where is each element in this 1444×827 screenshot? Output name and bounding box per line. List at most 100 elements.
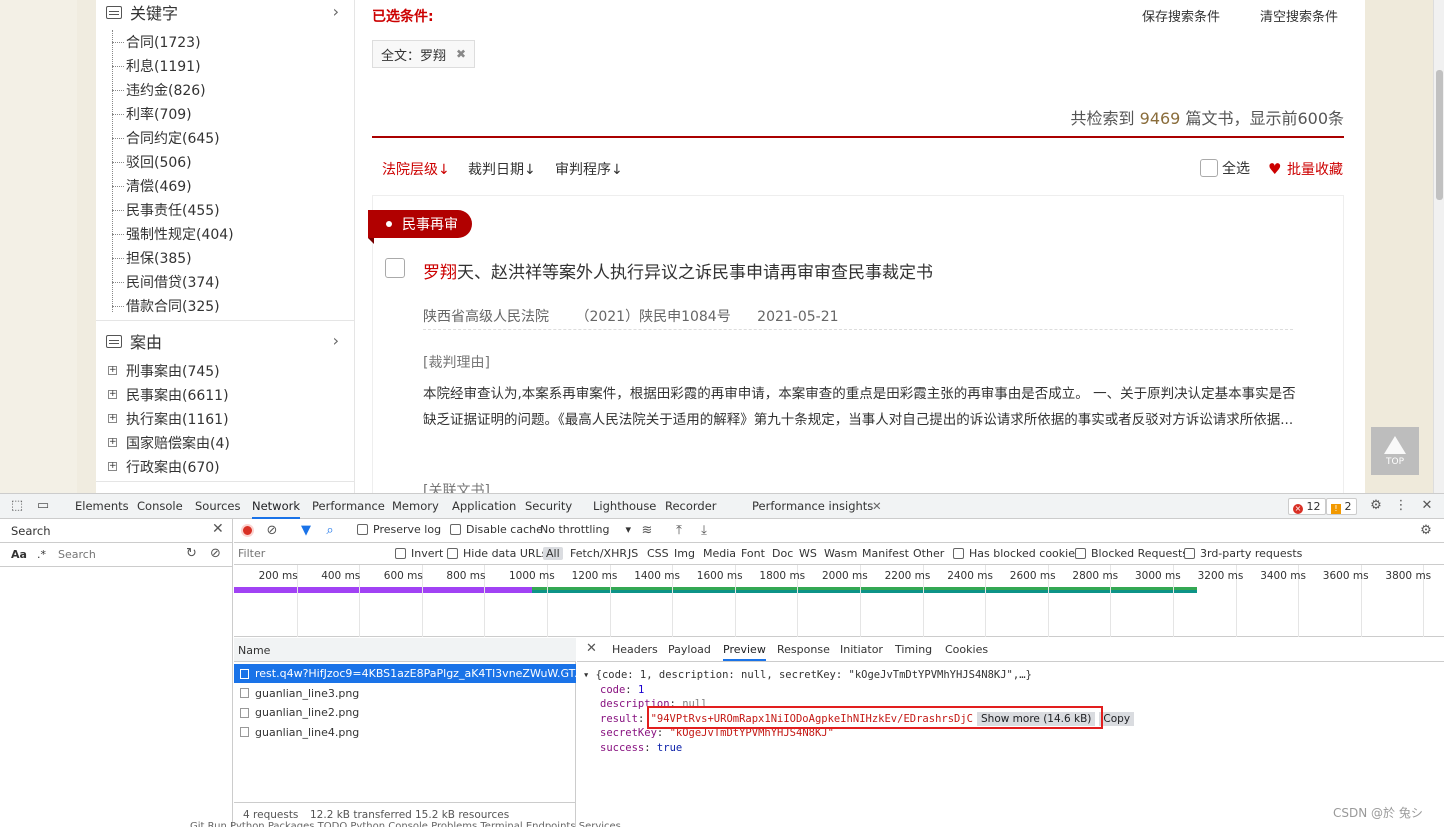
filter-icon[interactable]: ▼ <box>298 523 314 539</box>
network-conditions-icon[interactable]: ≋ <box>639 523 655 539</box>
filter-type-css[interactable]: CSS <box>647 547 669 560</box>
detail-tab-initiator[interactable]: Initiator <box>840 643 883 656</box>
checkbox-box[interactable] <box>357 524 368 535</box>
document-title-link[interactable]: 罗翔天、赵洪祥等案外人执行异议之诉民事申请再审审查民事裁定书 <box>423 258 933 283</box>
filter-type-font[interactable]: Font <box>741 547 765 560</box>
search-input[interactable] <box>54 546 178 563</box>
filter-input[interactable] <box>234 545 384 562</box>
checkbox-box[interactable] <box>953 548 964 559</box>
clear-icon[interactable]: ⊘ <box>210 546 221 561</box>
document-checkbox[interactable] <box>385 258 405 278</box>
expand-plus-icon[interactable]: + <box>108 390 117 399</box>
network-timeline-overview[interactable]: 200 ms 400 ms 600 ms 800 ms 1000 ms 1200 ms 14… <box>234 565 1444 637</box>
preserve-log-checkbox[interactable]: Preserve log <box>357 523 441 536</box>
devtools-tab-performance-insights[interactable]: Performance insights <box>752 494 873 519</box>
filter-type-manifest[interactable]: Manifest <box>862 547 909 560</box>
chevron-right-icon[interactable]: › <box>333 331 339 350</box>
filter-type-js[interactable]: JS <box>628 547 638 560</box>
expand-plus-icon[interactable]: + <box>108 438 117 447</box>
case-filter-item[interactable]: + 国家赔偿案由(4) <box>96 431 346 455</box>
devtools-tab-security[interactable]: Security <box>525 494 572 519</box>
record-icon[interactable] <box>241 524 254 537</box>
detail-tab-response[interactable]: Response <box>777 643 830 656</box>
page-scrollbar[interactable] <box>1433 0 1444 493</box>
regex-toggle[interactable]: .* <box>37 548 46 561</box>
throttling-select[interactable]: No throttling ▾ <box>540 523 631 536</box>
request-row[interactable]: guanlian_line2.png <box>234 703 576 722</box>
checkbox-box[interactable] <box>1200 159 1218 177</box>
devtools-tab-elements[interactable]: Elements <box>75 494 129 519</box>
copy-button[interactable]: Copy <box>1099 711 1135 726</box>
sort-court-level[interactable]: 法院层级↓ <box>382 159 450 179</box>
keyword-filter-item[interactable]: 合同约定(645) <box>96 126 346 150</box>
more-options-icon[interactable]: ⋮ <box>1393 498 1409 514</box>
case-filter-item[interactable]: + 民事案由(6611) <box>96 383 346 407</box>
expand-triangle-icon[interactable]: ▾ <box>583 669 596 681</box>
detail-tab-timing[interactable]: Timing <box>895 643 932 656</box>
filter-type-ws[interactable]: WS <box>799 547 817 560</box>
devtools-tab-lighthouse[interactable]: Lighthouse <box>593 494 656 519</box>
filter-type-doc[interactable]: Doc <box>772 547 793 560</box>
case-filter-item[interactable]: + 刑事案由(745) <box>96 359 346 383</box>
detail-tab-payload[interactable]: Payload <box>668 643 711 656</box>
blocked-requests-checkbox[interactable]: Blocked Requests <box>1075 547 1188 560</box>
checkbox-box[interactable] <box>395 548 406 559</box>
keyword-filter-item[interactable]: 民间借贷(374) <box>96 270 346 294</box>
keyword-filter-item[interactable]: 强制性规定(404) <box>96 222 346 246</box>
request-row[interactable]: guanlian_line3.png <box>234 684 576 703</box>
preview-summary-row[interactable]: ▾ {code: 1, description: null, secretKey… <box>583 668 1134 683</box>
case-filter-item[interactable]: + 行政案由(670) <box>96 455 346 479</box>
select-all-checkbox[interactable]: 全选 <box>1200 158 1250 178</box>
detail-tab-headers[interactable]: Headers <box>612 643 658 656</box>
network-settings-icon[interactable]: ⚙ <box>1418 523 1434 539</box>
keyword-filter-item[interactable]: 借款合同(325) <box>96 294 346 318</box>
filter-type-img[interactable]: Img <box>674 547 695 560</box>
disable-cache-checkbox[interactable]: Disable cache <box>450 523 543 536</box>
back-to-top-button[interactable]: TOP <box>1371 427 1419 475</box>
batch-favorite-button[interactable]: ♥ 批量收藏 <box>1268 159 1343 179</box>
page-scrollbar-thumb[interactable] <box>1436 70 1443 200</box>
checkbox-box[interactable] <box>1075 548 1086 559</box>
filter-type-wasm[interactable]: Wasm <box>824 547 857 560</box>
devtools-tab-performance[interactable]: Performance <box>312 494 385 519</box>
blocked-cookies-checkbox[interactable]: Has blocked cookies <box>953 547 1081 560</box>
keyword-filter-item[interactable]: 利息(1191) <box>96 54 346 78</box>
refresh-icon[interactable]: ↻ <box>186 546 197 561</box>
keyword-filter-item[interactable]: 利率(709) <box>96 102 346 126</box>
save-search-button[interactable]: 保存搜索条件 <box>1142 6 1220 25</box>
filter-type-media[interactable]: Media <box>703 547 736 560</box>
third-party-checkbox[interactable]: 3rd-party requests <box>1184 547 1302 560</box>
devtools-tab-application[interactable]: Application <box>452 494 516 519</box>
export-har-icon[interactable]: ⤓ <box>696 523 712 539</box>
keyword-section-header[interactable]: 关键字 › <box>96 0 355 26</box>
chevron-right-icon[interactable]: › <box>333 2 339 21</box>
error-count-badge[interactable]: × 12 <box>1288 498 1326 515</box>
close-devtools-icon[interactable]: ✕ <box>1419 498 1435 514</box>
expand-plus-icon[interactable]: + <box>108 462 117 471</box>
close-detail-icon[interactable]: ✕ <box>586 641 597 656</box>
checkbox-box[interactable] <box>447 548 458 559</box>
settings-gear-icon[interactable]: ⚙ <box>1368 498 1384 514</box>
filter-type-fetch-xhr[interactable]: Fetch/XHR <box>570 547 627 560</box>
devtools-tab-sources[interactable]: Sources <box>195 494 241 519</box>
close-search-icon[interactable]: ✕ <box>212 521 224 537</box>
devtools-tab-console[interactable]: Console <box>137 494 183 519</box>
keyword-filter-item[interactable]: 违约金(826) <box>96 78 346 102</box>
keyword-filter-item[interactable]: 驳回(506) <box>96 150 346 174</box>
detail-tab-preview[interactable]: Preview <box>723 643 766 661</box>
invert-checkbox[interactable]: Invert <box>395 547 443 560</box>
remove-condition-icon[interactable]: ✖ <box>456 47 466 61</box>
hide-data-urls-checkbox[interactable]: Hide data URLs <box>447 547 547 560</box>
keyword-filter-item[interactable]: 担保(385) <box>96 246 346 270</box>
inspect-element-icon[interactable]: ⬚ <box>9 498 25 514</box>
case-section-header[interactable]: 案由 › <box>96 327 355 355</box>
devtools-tab-recorder[interactable]: Recorder <box>665 494 717 519</box>
device-toolbar-icon[interactable]: ▭ <box>35 498 51 514</box>
filter-type-all[interactable]: All <box>543 547 563 560</box>
name-column-header[interactable]: Name <box>238 644 270 657</box>
clear-search-button[interactable]: 清空搜索条件 <box>1260 6 1338 25</box>
clear-log-icon[interactable]: ⊘ <box>264 523 280 539</box>
match-case-toggle[interactable]: Aa <box>11 548 27 561</box>
keyword-filter-item[interactable]: 民事责任(455) <box>96 198 346 222</box>
sort-judgment-date[interactable]: 裁判日期↓ <box>468 159 536 179</box>
